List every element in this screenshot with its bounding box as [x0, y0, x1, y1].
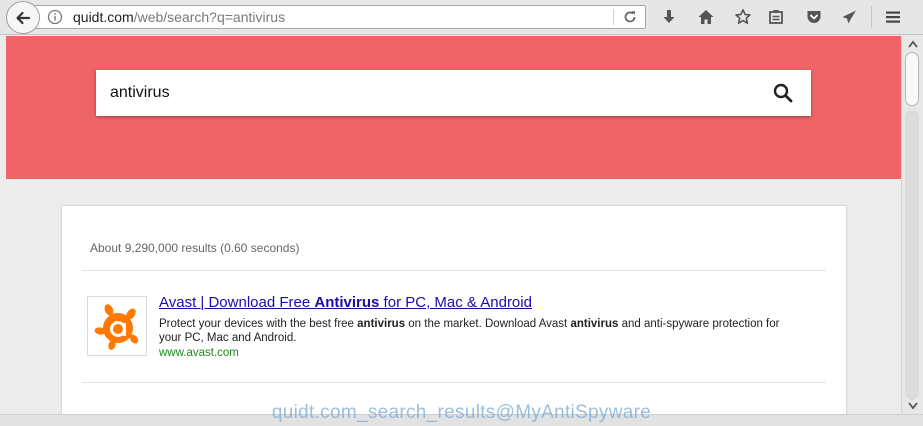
url-host: quidt.com [73, 9, 134, 25]
page-scrollbar[interactable] [901, 36, 923, 414]
scrollbar-thumb[interactable] [905, 52, 919, 106]
result-title-link[interactable]: Avast | Download Free Antivirus for PC, … [159, 294, 532, 311]
avast-logo-icon [94, 304, 139, 350]
url-separator [613, 9, 614, 25]
send-tab-icon[interactable] [838, 6, 860, 28]
home-icon[interactable] [695, 6, 717, 28]
hamburger-menu-icon[interactable] [882, 6, 904, 28]
search-icon[interactable] [772, 82, 794, 104]
browser-toolbar: quidt.com/web/search?q=antivirus [0, 0, 923, 35]
bookmarks-menu-icon[interactable] [765, 6, 787, 28]
results-panel: About 9,290,000 results (0.60 seconds) A… [62, 206, 846, 414]
back-button[interactable] [6, 1, 40, 34]
url-path: /web/search?q=antivirus [133, 9, 286, 25]
divider [82, 382, 826, 383]
results-stats: About 9,290,000 results (0.60 seconds) [90, 241, 300, 255]
download-icon[interactable] [658, 6, 680, 28]
info-icon[interactable] [47, 9, 63, 25]
address-bar[interactable]: quidt.com/web/search?q=antivirus [26, 5, 646, 29]
pocket-icon[interactable] [803, 6, 825, 28]
result-url[interactable]: www.avast.com [159, 347, 239, 359]
page-viewport: About 9,290,000 results (0.60 seconds) A… [6, 36, 901, 414]
result-title-bold: Antivirus [314, 294, 380, 311]
bookmark-star-icon[interactable] [732, 6, 754, 28]
watermark: quidt.com_search_results@MyAntiSpyware [271, 402, 652, 423]
search-box [96, 70, 811, 116]
snippet-bold-2: antivirus [570, 318, 619, 330]
reload-icon[interactable] [621, 8, 639, 26]
scrollbar-track[interactable] [905, 110, 919, 400]
result-title-pre: Avast | Download Free [159, 294, 315, 311]
back-arrow-icon [16, 11, 31, 24]
divider [82, 270, 826, 271]
scroll-up-icon[interactable] [907, 38, 919, 50]
search-input[interactable] [110, 70, 750, 116]
toolbar-divider [871, 6, 872, 28]
snippet-part-1: Protect your devices with the best free [159, 318, 358, 330]
url-text[interactable]: quidt.com/web/search?q=antivirus [73, 9, 285, 25]
result-snippet: Protect your devices with the best free … [159, 317, 799, 345]
result-thumbnail[interactable] [87, 296, 147, 356]
result-title-post: for PC, Mac & Android [379, 294, 532, 311]
snippet-bold-1: antivirus [357, 318, 406, 330]
snippet-part-2: on the market. Download Avast [405, 318, 571, 330]
search-header [6, 36, 901, 179]
